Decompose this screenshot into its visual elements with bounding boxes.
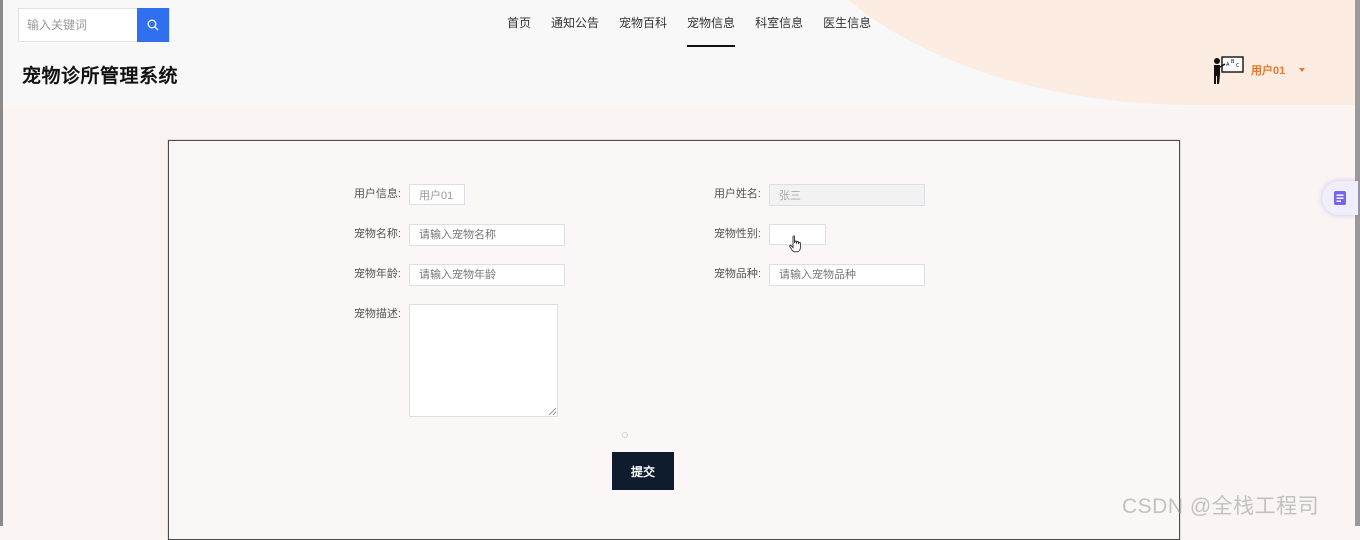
- user-info-label: 用户信息:: [353, 188, 401, 200]
- nav-item-pet-info[interactable]: 宠物信息: [687, 0, 736, 48]
- chevron-down-icon: [1299, 68, 1306, 72]
- svg-text:A: A: [1226, 62, 1230, 68]
- pet-age-label: 宠物年龄:: [353, 268, 401, 280]
- pet-name-label: 宠物名称:: [353, 228, 401, 240]
- decorative-dot: [622, 432, 628, 438]
- submit-button[interactable]: 提交: [612, 452, 674, 490]
- user-menu[interactable]: A B C 用户01: [1211, 54, 1306, 86]
- user-name-field[interactable]: [769, 184, 925, 206]
- nav-item-doctors[interactable]: 医生信息: [823, 0, 871, 48]
- main-nav: 首页 通知公告 宠物百科 宠物信息 科室信息 医生信息: [497, 0, 881, 48]
- pet-breed-input[interactable]: [769, 264, 925, 286]
- user-info-field[interactable]: [409, 184, 465, 205]
- site-header: 首页 通知公告 宠物百科 宠物信息 科室信息 医生信息 宠物诊所管理系统 A B…: [3, 0, 1355, 106]
- assistant-widget[interactable]: [1322, 181, 1358, 215]
- pet-name-input[interactable]: [409, 224, 565, 246]
- nav-item-departments[interactable]: 科室信息: [755, 0, 803, 48]
- search-box: [18, 8, 170, 42]
- pet-breed-label: 宠物品种:: [713, 268, 761, 280]
- user-name-label: 用户姓名:: [713, 188, 761, 200]
- hand-pointer-icon: [789, 235, 801, 253]
- user-name: 用户01: [1251, 65, 1286, 77]
- pet-gender-label: 宠物性别:: [713, 228, 761, 240]
- teacher-board-icon: A B C: [1214, 56, 1244, 84]
- pet-age-input[interactable]: [409, 264, 565, 286]
- pet-desc-textarea[interactable]: [409, 304, 558, 417]
- csdn-watermark: CSDN @全栈工程司: [1122, 495, 1320, 518]
- document-icon: [1334, 191, 1346, 205]
- svg-text:B: B: [1231, 59, 1235, 65]
- search-button[interactable]: [137, 8, 169, 42]
- resize-handle-icon[interactable]: [549, 408, 556, 415]
- search-input[interactable]: [19, 9, 137, 41]
- pet-desc-label: 宠物描述:: [353, 308, 401, 320]
- scrollbar[interactable]: [1355, 0, 1360, 526]
- nav-item-notices[interactable]: 通知公告: [551, 0, 599, 48]
- search-icon: [147, 19, 159, 31]
- pet-info-form: 用户信息: 用户姓名: 宠物名称: 宠物性别: 宠物年龄: 宠物品种: 宠物描述…: [168, 140, 1180, 540]
- svg-text:C: C: [1236, 63, 1240, 69]
- nav-item-home[interactable]: 首页: [507, 0, 531, 48]
- nav-item-pet-wiki[interactable]: 宠物百科: [619, 0, 667, 48]
- site-title: 宠物诊所管理系统: [22, 66, 179, 87]
